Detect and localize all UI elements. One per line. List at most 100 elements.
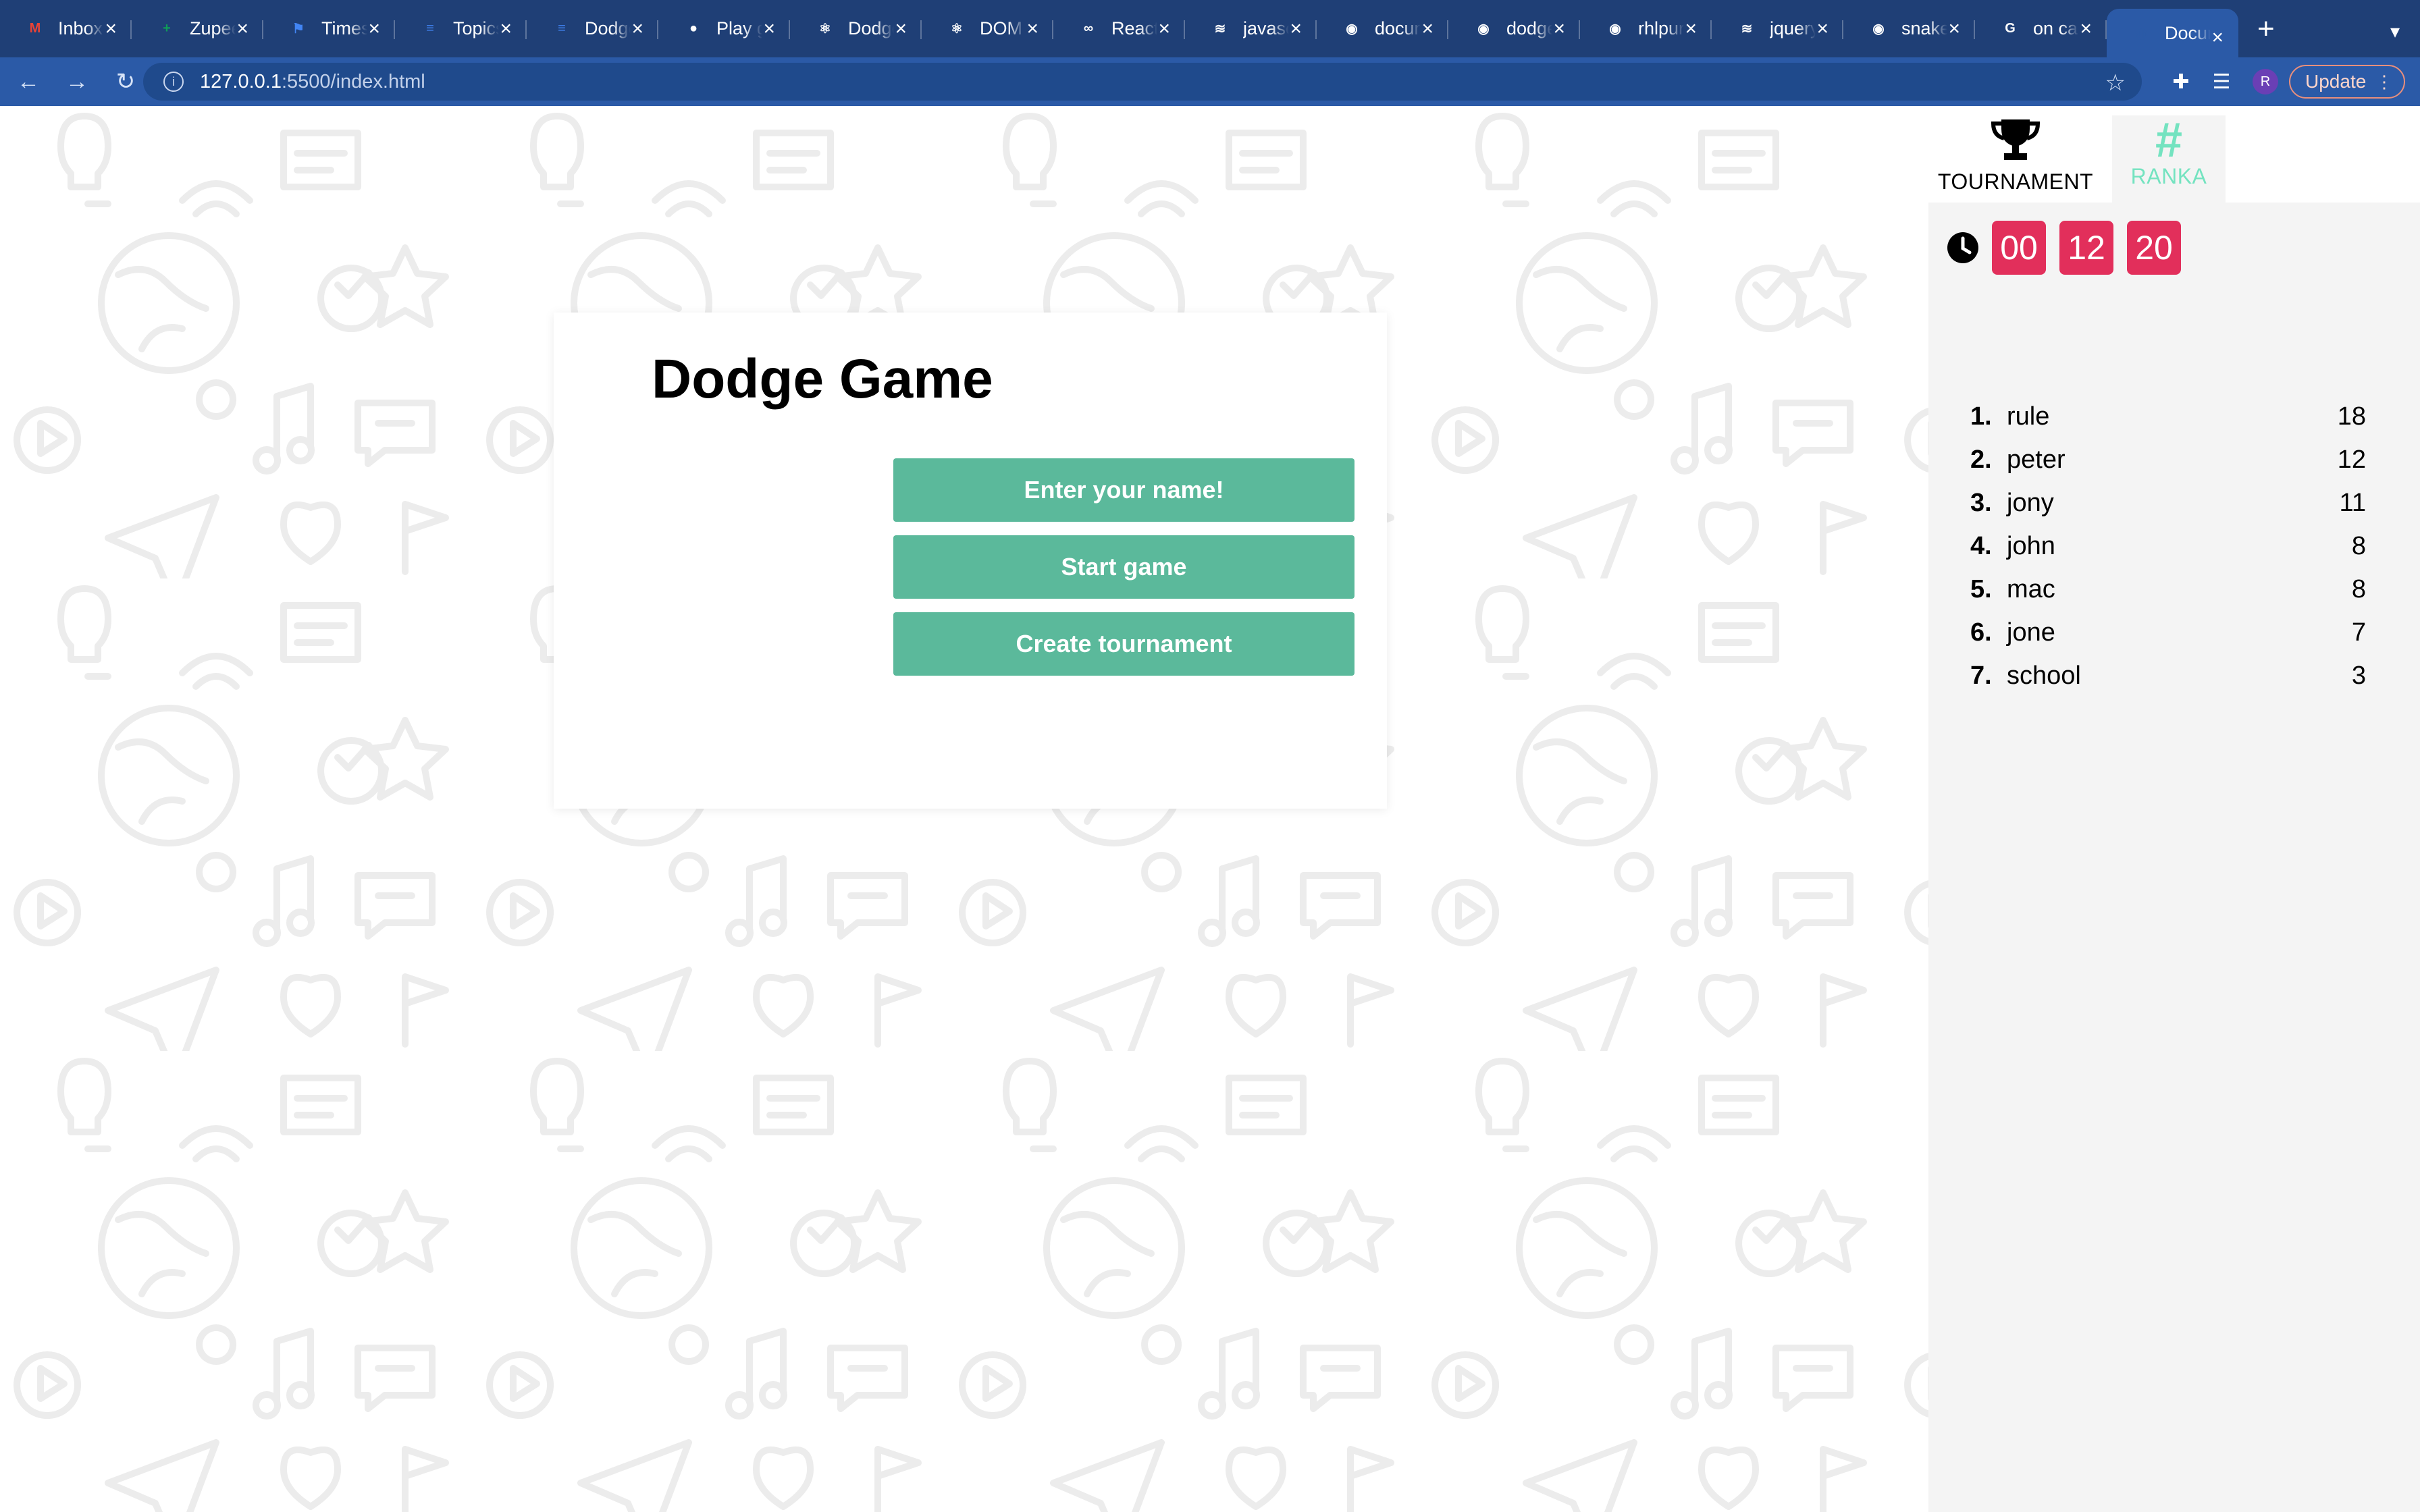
- browser-tab[interactable]: ≡ Topics×: [395, 0, 527, 57]
- reload-icon[interactable]: ↻: [105, 68, 146, 95]
- ranking-row: 1. rule 18: [1970, 395, 2366, 438]
- browser-tab[interactable]: M Inbox ×: [0, 0, 132, 57]
- close-tab-icon[interactable]: ×: [1026, 19, 1038, 39]
- sheets-icon: +: [163, 21, 171, 36]
- browser-tab[interactable]: ◍ Docum×: [2107, 9, 2238, 57]
- sidebar-tab-bar: TOURNAMENT # RANKA: [1928, 106, 2420, 202]
- browser-tab-label: javascript: [1243, 18, 1289, 38]
- browser-tab[interactable]: ◉ rhlpur ×: [1580, 0, 1712, 57]
- more-menu-icon[interactable]: ⋮: [2375, 72, 2393, 92]
- close-tab-icon[interactable]: ×: [763, 19, 775, 39]
- close-tab-icon[interactable]: ×: [2080, 19, 2092, 39]
- ranking-name: john: [2007, 531, 2055, 560]
- ranking-list: 1. rule 18 2. peter 12 3. jony 11 4. john 8 5. mac 8 6.…: [1970, 395, 2366, 697]
- start-game-button[interactable]: Start game: [893, 535, 1354, 599]
- close-tab-icon[interactable]: ×: [1685, 19, 1697, 39]
- reading-list-icon[interactable]: ☰: [2201, 70, 2242, 94]
- enter-name-button[interactable]: Enter your name!: [893, 458, 1354, 522]
- browser-tab[interactable]: ◉ dodge ×: [1448, 0, 1580, 57]
- ranking-rank: 5.: [1970, 574, 1992, 603]
- toolbar-actions: ✚ ☰ R Update ⋮: [2161, 57, 2405, 106]
- browser-tab[interactable]: ⚛ Dodge×: [790, 0, 922, 57]
- close-tab-icon[interactable]: ×: [2211, 28, 2224, 48]
- browser-tab-label: document: [1375, 18, 1421, 38]
- forward-icon[interactable]: →: [57, 69, 97, 95]
- ranking-rank: 4.: [1970, 531, 1992, 560]
- react-icon: ⚛: [951, 22, 963, 36]
- close-tab-icon[interactable]: ×: [1421, 19, 1433, 39]
- close-tab-icon[interactable]: ×: [368, 19, 380, 39]
- ranking-score: 18: [2337, 402, 2366, 431]
- browser-tab-label: Dodge: [585, 18, 631, 38]
- new-tab-button[interactable]: +: [2257, 14, 2275, 44]
- ranking-name: peter: [2007, 445, 2066, 474]
- ranking-name: jone: [2007, 618, 2055, 647]
- tab-tournament[interactable]: TOURNAMENT: [1932, 115, 2099, 202]
- browser-tab[interactable]: ∞ React ×: [1053, 0, 1185, 57]
- ranking-name: rule: [2007, 402, 2050, 431]
- ranking-row: 4. john 8: [1970, 524, 2366, 568]
- close-tab-icon[interactable]: ×: [1158, 19, 1170, 39]
- tab-search-button[interactable]: ▾: [2390, 20, 2400, 43]
- ranking-name: jony: [2007, 488, 2054, 517]
- ranking-rank: 7.: [1970, 661, 1992, 690]
- create-tournament-button[interactable]: Create tournament: [893, 612, 1354, 676]
- tab-ranka[interactable]: # RANKA: [2112, 115, 2226, 202]
- browser-tab-label: on ca: [2033, 18, 2078, 38]
- browser-tab-label: Dodge: [848, 18, 894, 38]
- browser-tab[interactable]: ● Play game×: [658, 0, 790, 57]
- globe-icon: ◍: [2136, 26, 2148, 41]
- address-bar[interactable]: i 127.0.0.1:5500/index.html ☆: [143, 63, 2142, 101]
- browser-tab[interactable]: Gon ca ×: [1975, 0, 2107, 57]
- github-icon: ◉: [1609, 22, 1621, 36]
- browser-tab[interactable]: ≋ jquery ×: [1712, 0, 1843, 57]
- close-tab-icon[interactable]: ×: [236, 19, 248, 39]
- browser-tab[interactable]: ◉ snake ×: [1843, 0, 1975, 57]
- update-button[interactable]: Update ⋮: [2289, 65, 2405, 99]
- clock-icon: [1947, 232, 1978, 263]
- browser-tab[interactable]: ≋ javascript×: [1185, 0, 1317, 57]
- browser-tab-label: Zupee: [190, 18, 236, 38]
- close-tab-icon[interactable]: ×: [1290, 19, 1302, 39]
- browser-tab[interactable]: + Zupee×: [132, 0, 263, 57]
- close-tab-icon[interactable]: ×: [105, 19, 117, 39]
- ranking-row: 5. mac 8: [1970, 568, 2366, 611]
- browser-tab[interactable]: ⚑ Timesheet×: [263, 0, 395, 57]
- close-tab-icon[interactable]: ×: [1948, 19, 1960, 39]
- tab-ranka-label: RANKA: [2130, 164, 2207, 188]
- browser-tab-label: snake: [1901, 18, 1947, 38]
- back-icon[interactable]: ←: [8, 69, 49, 95]
- bookmark-star-icon[interactable]: ☆: [2105, 70, 2126, 97]
- site-info-icon[interactable]: i: [163, 72, 184, 92]
- ranking-score: 12: [2337, 445, 2366, 474]
- browser-tab-label: dodge: [1506, 18, 1552, 38]
- browser-tab[interactable]: ≡ Dodge×: [527, 0, 658, 57]
- tab-list: MInbox×+Zupee×⚑Timesheet×≡Topics×≡Dodge×…: [0, 0, 2238, 57]
- game-title: Dodge Game: [652, 348, 993, 410]
- ranking-rank: 1.: [1970, 402, 1992, 431]
- close-tab-icon[interactable]: ×: [895, 19, 907, 39]
- react-icon: ⚛: [819, 22, 831, 36]
- github-icon: ◉: [1872, 22, 1885, 36]
- ranking-score: 8: [2351, 574, 2366, 603]
- browser-toolbar: ← → ↻ i 127.0.0.1:5500/index.html ☆ ✚ ☰ …: [0, 57, 2420, 106]
- browser-tab[interactable]: ◉ document×: [1317, 0, 1448, 57]
- stack-icon: ≋: [1214, 22, 1226, 36]
- browser-tab-label: Timesheet: [321, 18, 367, 38]
- close-tab-icon[interactable]: ×: [1553, 19, 1565, 39]
- docs-icon: ≡: [426, 21, 434, 36]
- close-tab-icon[interactable]: ×: [1816, 19, 1829, 39]
- close-tab-icon[interactable]: ×: [631, 19, 643, 39]
- browser-tab[interactable]: ⚛ DOM ×: [922, 0, 1053, 57]
- browser-tab-label: Inbox: [58, 18, 103, 38]
- close-tab-icon[interactable]: ×: [500, 19, 512, 39]
- stack-icon: ≋: [1741, 22, 1753, 36]
- extensions-icon[interactable]: ✚: [2161, 70, 2201, 94]
- gmail-icon: M: [29, 21, 41, 36]
- trophy-icon: [1991, 119, 2041, 160]
- browser-tab-label: React: [1111, 18, 1157, 38]
- ranking-score: 3: [2351, 661, 2366, 690]
- profile-avatar[interactable]: R: [2253, 69, 2278, 94]
- countdown-timer: 00 12 20: [1946, 221, 2194, 275]
- ranking-score: 11: [2339, 488, 2366, 517]
